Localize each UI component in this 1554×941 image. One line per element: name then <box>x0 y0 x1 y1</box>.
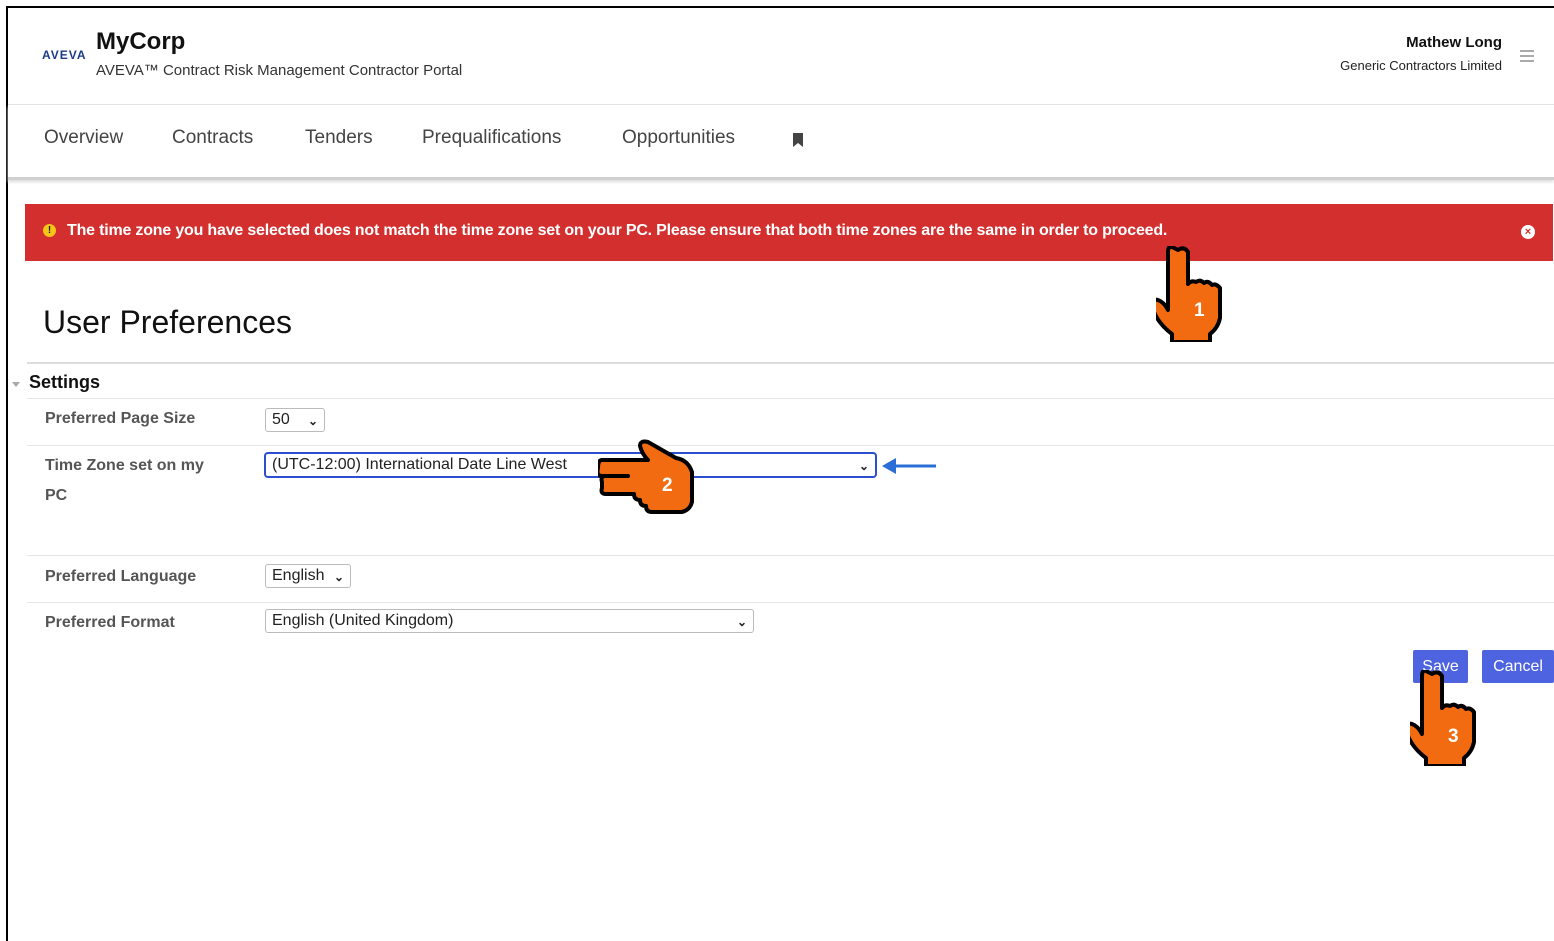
hamburger-menu-icon[interactable] <box>1520 50 1534 62</box>
divider <box>27 602 1554 603</box>
time-zone-label-line1: Time Zone set on my <box>45 457 204 474</box>
portal-subtitle: AVEVA™ Contract Risk Management Contract… <box>96 62 463 79</box>
time-zone-label-line2: PC <box>45 487 68 504</box>
page-size-value: 50 <box>272 411 290 428</box>
page-size-select[interactable]: 50 ⌄ <box>265 408 325 432</box>
step-1-badge: 1 <box>1194 300 1205 321</box>
brand-name[interactable]: MyCorp <box>96 28 185 56</box>
user-company: Generic Contractors Limited <box>1340 58 1502 73</box>
chevron-down-icon: ⌄ <box>307 414 318 428</box>
step-3-badge: 3 <box>1448 726 1459 747</box>
app-frame: AVEVA MyCorp AVEVA™ Contract Risk Manage… <box>6 6 1554 941</box>
pointing-hand-icon <box>1156 246 1222 342</box>
divider <box>27 445 1554 446</box>
nav-contracts[interactable]: Contracts <box>172 127 253 149</box>
nav-tenders[interactable]: Tenders <box>305 127 373 149</box>
language-value: English <box>272 567 325 584</box>
arrow-left-icon <box>882 458 936 474</box>
page-title: User Preferences <box>43 304 292 340</box>
format-label: Preferred Format <box>45 614 175 631</box>
collapse-toggle-icon[interactable] <box>12 382 20 387</box>
language-select[interactable]: English ⌄ <box>265 564 351 588</box>
chevron-down-icon: ⌄ <box>736 615 747 629</box>
nav-prequalifications[interactable]: Prequalifications <box>422 127 561 149</box>
cancel-button[interactable]: Cancel <box>1482 650 1554 683</box>
pointing-hand-icon <box>598 439 694 514</box>
divider <box>27 362 1554 364</box>
chevron-down-icon: ⌄ <box>333 570 344 584</box>
chevron-down-icon: ⌄ <box>858 459 869 473</box>
step-2-badge: 2 <box>662 475 673 496</box>
user-name[interactable]: Mathew Long <box>1406 34 1502 51</box>
time-zone-value: (UTC-12:00) International Date Line West <box>272 456 567 473</box>
divider <box>27 555 1554 556</box>
language-label: Preferred Language <box>45 568 197 585</box>
time-zone-select[interactable]: (UTC-12:00) International Date Line West… <box>265 453 876 477</box>
page-size-label: Preferred Page Size <box>45 410 196 427</box>
header: AVEVA MyCorp AVEVA™ Contract Risk Manage… <box>8 8 1554 105</box>
time-zone-label: Time Zone set on my PC <box>45 451 204 511</box>
warning-icon: ! <box>43 224 56 237</box>
aveva-logo: AVEVA <box>42 48 87 62</box>
divider <box>27 398 1554 399</box>
format-value: English (United Kingdom) <box>272 612 454 629</box>
format-select[interactable]: English (United Kingdom) ⌄ <box>265 609 754 633</box>
bookmark-icon[interactable] <box>792 133 804 147</box>
pointing-hand-icon <box>1410 670 1476 766</box>
section-title[interactable]: Settings <box>29 372 100 393</box>
alert-message: The time zone you have selected does not… <box>67 222 1168 239</box>
timezone-alert: ! The time zone you have selected does n… <box>25 204 1553 261</box>
close-icon[interactable]: × <box>1521 225 1535 239</box>
nav-overview[interactable]: Overview <box>44 127 123 149</box>
main-nav: Overview Contracts Tenders Prequalificat… <box>8 105 1554 180</box>
nav-opportunities[interactable]: Opportunities <box>622 127 735 149</box>
